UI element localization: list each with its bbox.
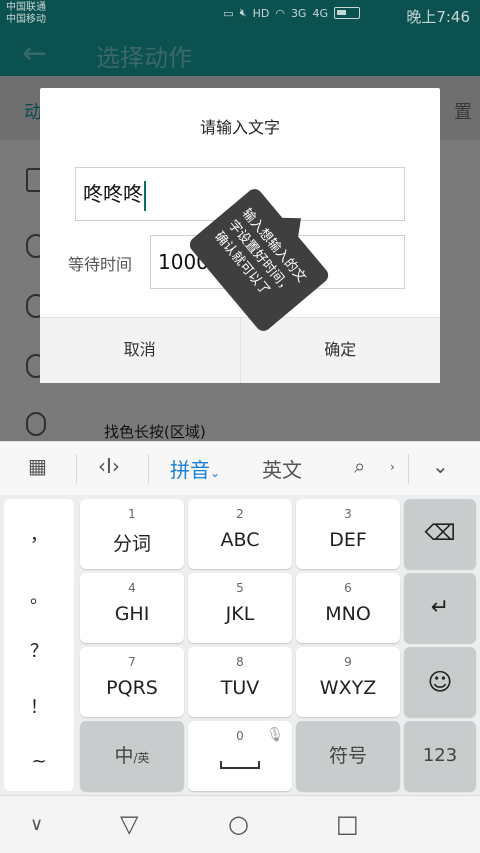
signal-4g-icon: 4G — [312, 6, 328, 20]
space-bar-icon — [220, 761, 260, 769]
key-4[interactable]: 4 GHI — [80, 573, 184, 643]
key-num: 4 — [128, 581, 136, 595]
cancel-button[interactable]: 取消 — [40, 318, 240, 383]
chevron-right-icon[interactable]: › — [390, 460, 395, 474]
toolbar-divider — [148, 454, 149, 484]
toggle-main-label: 中 — [114, 745, 134, 767]
key-3[interactable]: 3 DEF — [296, 499, 400, 569]
emoji-icon[interactable]: ☺ — [404, 647, 476, 717]
chevron-down-icon[interactable]: ∨ — [30, 814, 43, 835]
carrier-1: 中国联通 — [6, 2, 46, 13]
dialog-title: 请输入文字 — [199, 118, 280, 137]
status-icons: ▭ 🔇︎ HD ◠ 3G 4G — [223, 6, 360, 20]
background-row-label: 找色长按(区域) — [104, 423, 206, 441]
key-num: 5 — [236, 581, 244, 595]
key-num: 1 — [128, 507, 136, 521]
hd-icon: HD — [252, 6, 270, 20]
pinyin-mode[interactable]: 拼音⌄ — [170, 454, 220, 483]
text-cursor — [144, 180, 146, 211]
key-9[interactable]: 9 WXYZ — [296, 647, 400, 717]
key-1[interactable]: 1 分词 — [80, 499, 184, 569]
microphone-icon: 🎙︎ — [266, 727, 284, 743]
key-num: 6 — [344, 581, 352, 595]
app-bar: ← 选择动作 — [0, 30, 480, 76]
navigation-bar: ∨ ▽ ○ □ — [0, 795, 480, 853]
key-label: WXYZ — [319, 677, 377, 699]
key-label: JKL — [225, 603, 255, 625]
key-label: GHI — [114, 603, 150, 625]
key-6[interactable]: 6 MNO — [296, 573, 400, 643]
symbol-key[interactable]: ！ — [4, 693, 74, 719]
pinyin-label: 拼音 — [170, 458, 210, 482]
symbol-key[interactable]: 。 — [4, 583, 74, 609]
key-7[interactable]: 7 PQRS — [80, 647, 184, 717]
key-label: ABC — [220, 529, 260, 551]
number-key-toggle[interactable]: 123 — [404, 721, 476, 791]
key-2[interactable]: 2 ABC — [188, 499, 292, 569]
hide-keyboard-icon[interactable]: ⌄ — [432, 454, 449, 478]
key-num: 8 — [236, 655, 244, 669]
symbol-key-toggle[interactable]: 符号 — [296, 721, 400, 791]
backspace-icon[interactable]: ⌫ — [404, 499, 476, 569]
back-arrow-icon[interactable]: ← — [22, 36, 47, 71]
finger-plus-icon — [26, 412, 46, 436]
toggle-sub-label: /英 — [133, 751, 150, 765]
key-num: 2 — [236, 507, 244, 521]
space-key[interactable]: 0 🎙︎ — [188, 721, 292, 791]
key-num: 9 — [344, 655, 352, 669]
carrier-2: 中国移动 — [6, 14, 46, 25]
cast-icon: ▭ — [223, 6, 234, 20]
key-8[interactable]: 8 TUV — [188, 647, 292, 717]
page-title: 选择动作 — [96, 44, 192, 72]
background-tab-right: 置 — [454, 102, 472, 123]
wifi-icon: ◠ — [275, 6, 285, 20]
chevron-down-icon: ⌄ — [210, 466, 221, 480]
clock: 晚上7:46 — [406, 8, 470, 26]
english-mode[interactable]: 英文 — [262, 454, 302, 483]
keyboard-toolbar: ▦ ‹I› 拼音⌄ 英文 ⌕ › ⌄ — [0, 441, 480, 495]
carrier-info: 中国联通 中国移动 — [6, 2, 46, 26]
dialog-buttons: 取消 确定 — [40, 317, 440, 383]
wait-time-label: 等待时间 — [68, 255, 133, 274]
toolbar-divider — [76, 454, 77, 484]
key-num: 7 — [128, 655, 136, 669]
battery-icon — [334, 7, 360, 19]
symbol-key[interactable]: ~ — [4, 751, 74, 772]
symbol-column: ， 。 ？ ！ ~ — [4, 499, 74, 791]
recents-square-icon[interactable]: □ — [336, 810, 359, 838]
signal-3g-icon: 3G — [290, 6, 307, 20]
toolbar-divider — [408, 454, 409, 484]
key-label: PQRS — [106, 677, 158, 699]
key-num: 3 — [344, 507, 352, 521]
mute-icon: 🔇︎ — [239, 6, 247, 19]
search-icon[interactable]: ⌕ — [354, 454, 365, 478]
keyboard: ， 。 ？ ！ ~ 1 分词 2 ABC 3 DEF ⌫ 4 GHI 5 JKL… — [0, 495, 480, 795]
symbol-key[interactable]: ？ — [4, 637, 74, 663]
cursor-move-icon[interactable]: ‹I› — [98, 454, 120, 478]
grid-menu-icon[interactable]: ▦ — [28, 454, 47, 478]
key-label: 分词 — [112, 533, 151, 555]
key-label: DEF — [329, 529, 367, 551]
back-triangle-icon[interactable]: ▽ — [120, 810, 138, 838]
enter-icon[interactable]: ↵ — [404, 573, 476, 643]
status-bar: 中国联通 中国移动 ▭ 🔇︎ HD ◠ 3G 4G 晚上7:46 — [0, 0, 480, 30]
home-circle-icon[interactable]: ○ — [228, 810, 249, 838]
key-label: MNO — [325, 603, 371, 625]
key-label: TUV — [220, 677, 260, 699]
symbol-key[interactable]: ， — [4, 521, 74, 547]
key-5[interactable]: 5 JKL — [188, 573, 292, 643]
chinese-english-toggle[interactable]: 中/英 — [80, 721, 184, 791]
text-input-value: 咚咚咚 — [83, 182, 143, 206]
